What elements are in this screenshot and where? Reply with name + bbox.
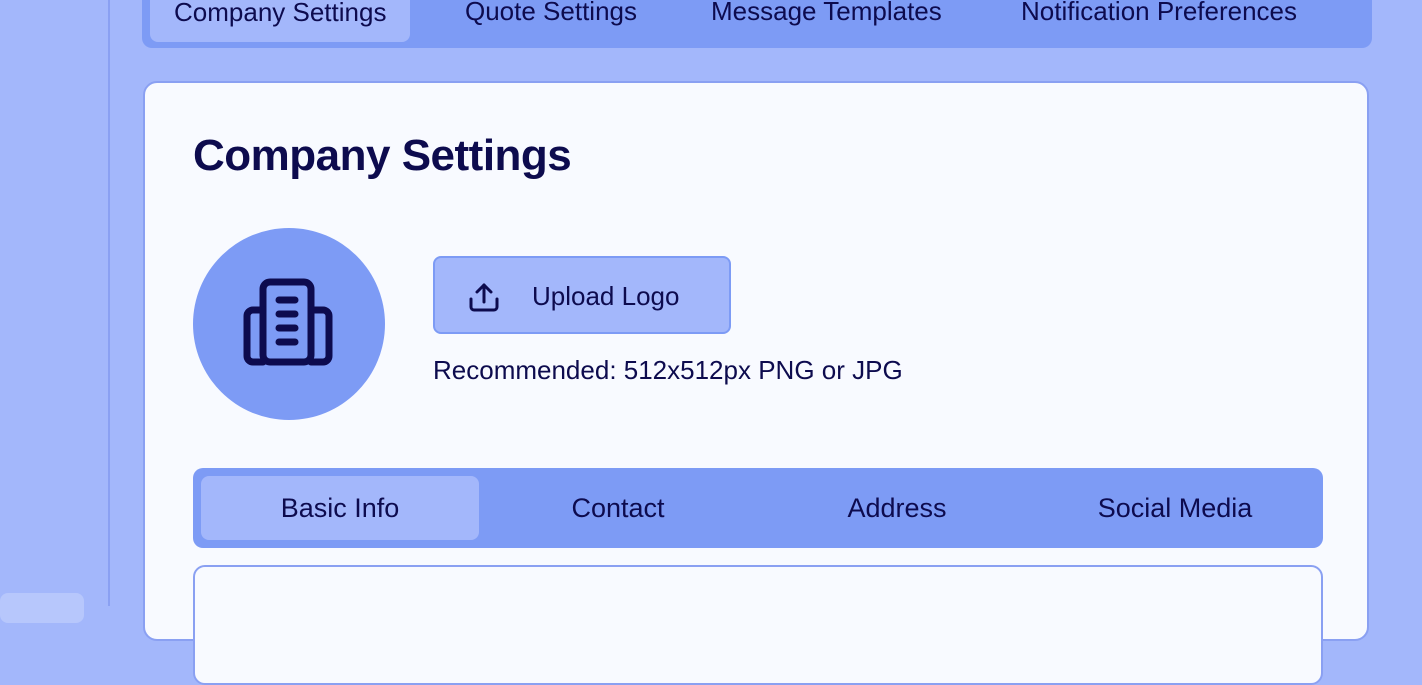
tab-contact[interactable]: Contact xyxy=(479,476,757,540)
upload-logo-label: Upload Logo xyxy=(532,281,680,311)
logo-recommendation-hint: Recommended: 512x512px PNG or JPG xyxy=(433,355,903,385)
tab-message-templates[interactable]: Message Templates xyxy=(711,0,942,42)
basic-info-panel xyxy=(193,565,1323,685)
page-title: Company Settings xyxy=(193,131,572,180)
settings-tab-bar: Company Settings Quote Settings Message … xyxy=(142,0,1372,48)
company-logo xyxy=(193,228,385,420)
upload-logo-button[interactable]: Upload Logo xyxy=(433,256,731,334)
building-icon xyxy=(243,278,333,366)
upload-icon xyxy=(469,283,499,312)
company-info-tab-bar: Basic Info Contact Address Social Media xyxy=(193,468,1323,548)
tab-quote-settings[interactable]: Quote Settings xyxy=(465,0,637,42)
tab-social-media[interactable]: Social Media xyxy=(1036,476,1314,540)
tab-basic-info[interactable]: Basic Info xyxy=(201,476,479,540)
sidebar xyxy=(0,0,110,623)
company-settings-card: Company Settings Upload Logo Recommended… xyxy=(143,81,1369,685)
tab-company-settings[interactable]: Company Settings xyxy=(150,0,411,42)
tab-address[interactable]: Address xyxy=(758,476,1036,540)
sidebar-item[interactable] xyxy=(0,593,84,623)
tab-notification-preferences[interactable]: Notification Preferences xyxy=(1021,0,1297,42)
